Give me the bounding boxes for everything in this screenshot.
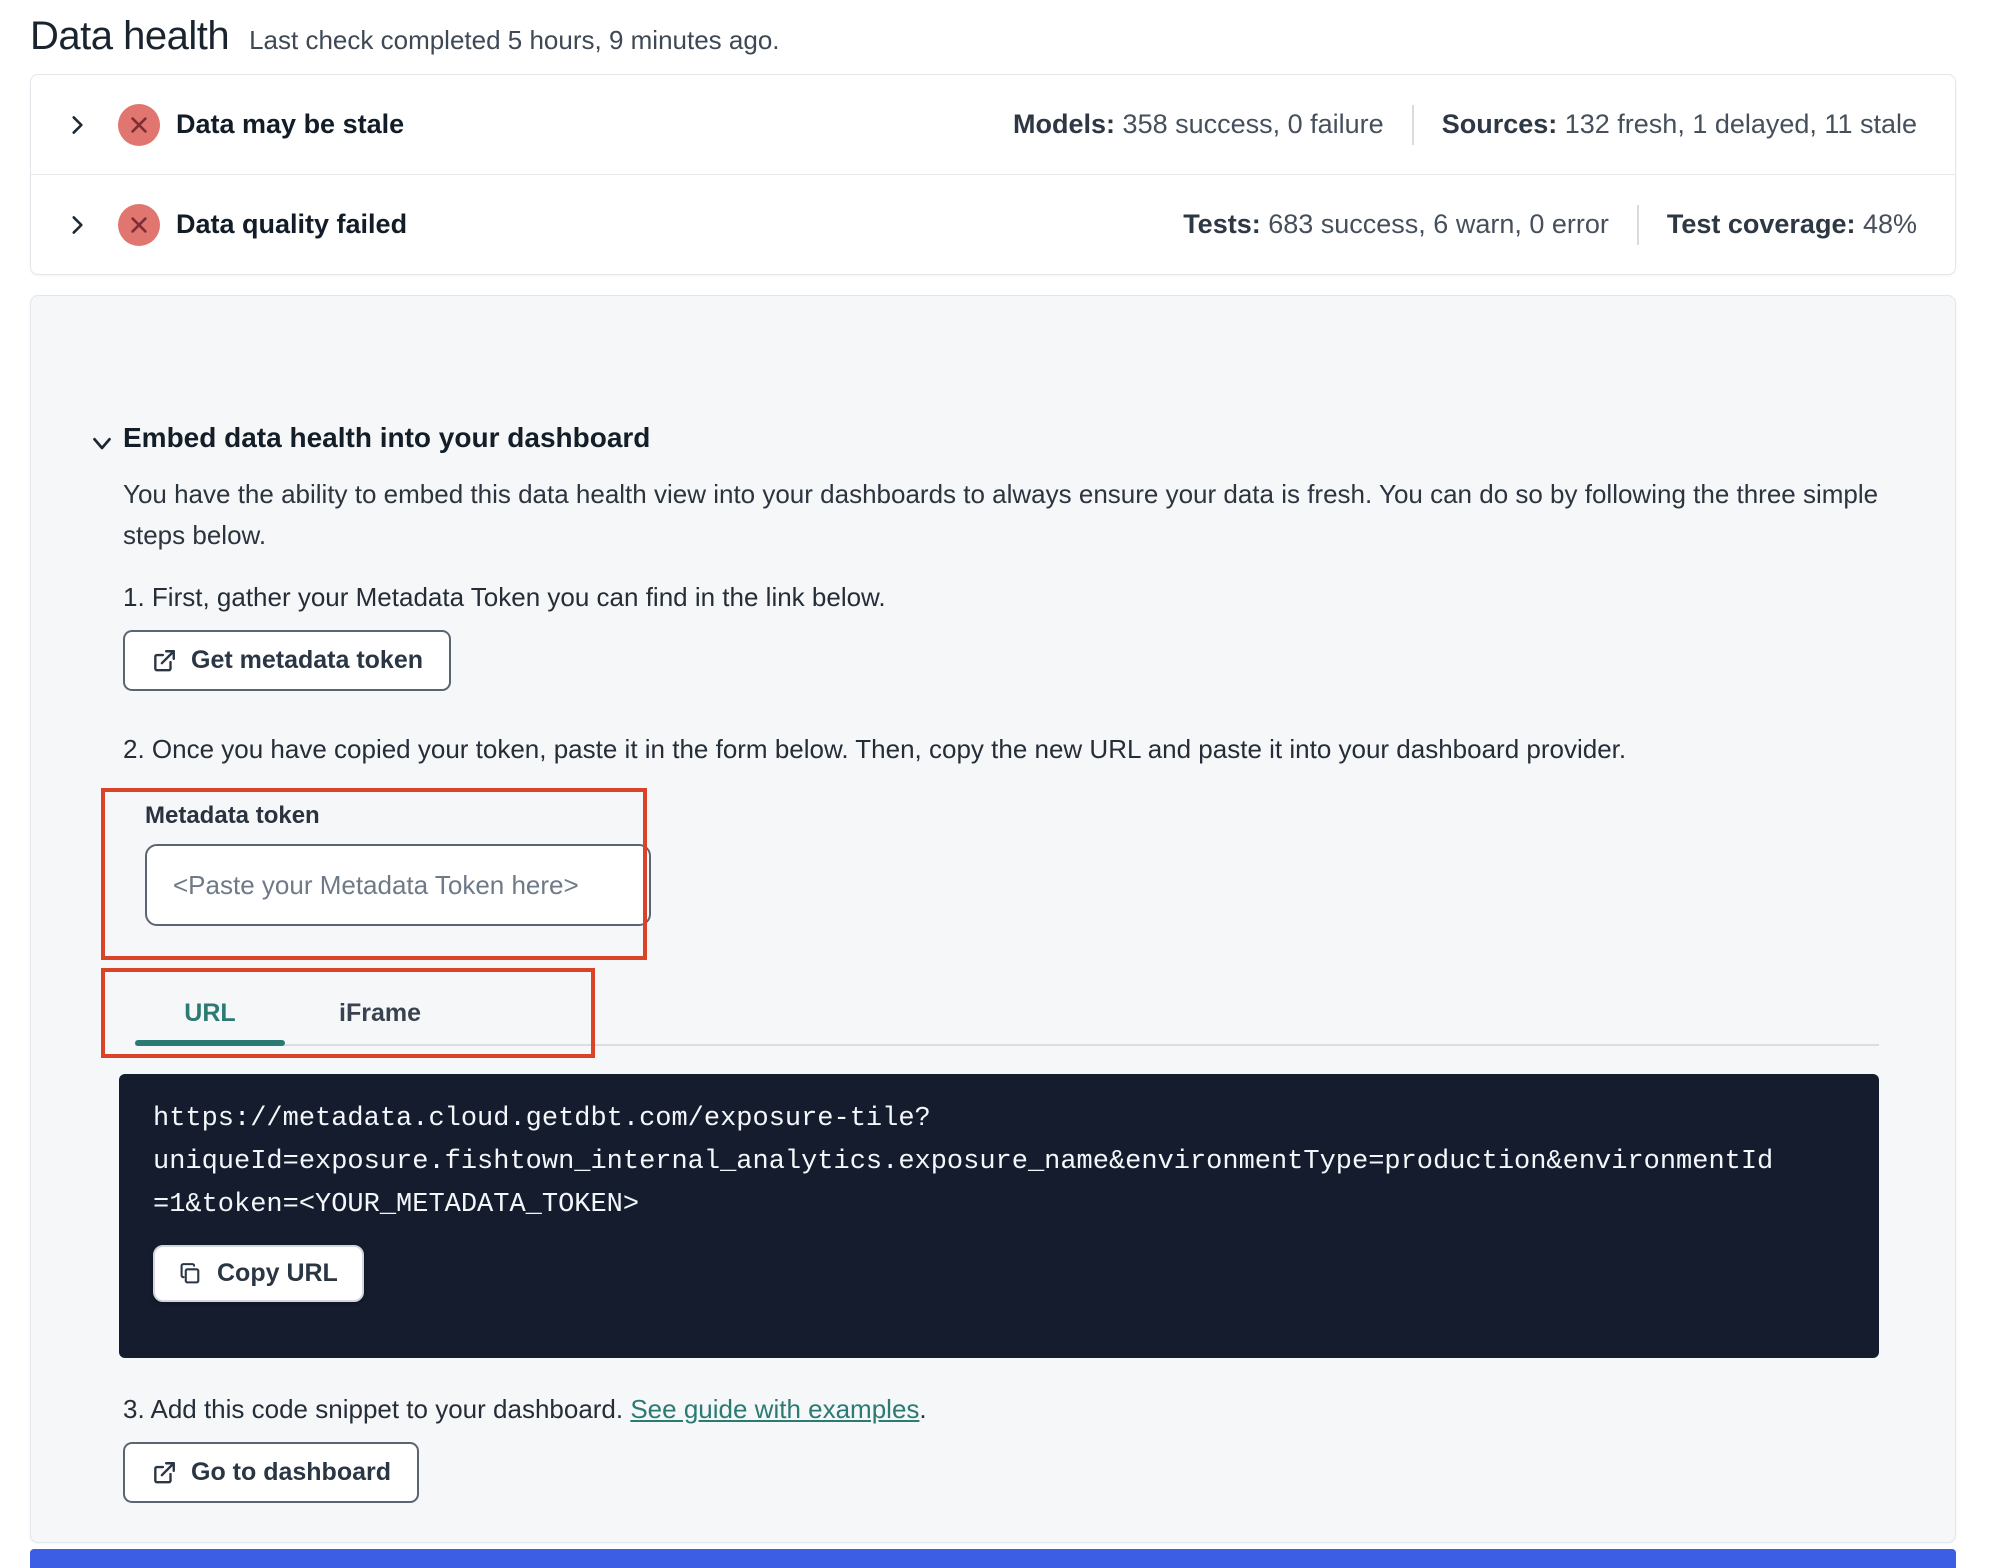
panel-stats: Tests: 683 success, 6 warn, 0 error Test… xyxy=(1183,204,1917,245)
stats-divider xyxy=(1636,204,1639,245)
code-line: uniqueId=exposure.fishtown_internal_anal… xyxy=(153,1147,1774,1177)
get-metadata-token-button[interactable]: Get metadata token xyxy=(123,630,452,691)
bottom-cutoff-blue-bar xyxy=(30,1549,1956,1568)
panel-stats: Models: 358 success, 0 failure Sources: … xyxy=(1013,104,1917,145)
models-stat: Models: 358 success, 0 failure xyxy=(1013,109,1384,139)
step-3-text: 3. Add this code snippet to your dashboa… xyxy=(123,1394,927,1425)
panel-title: Data quality failed xyxy=(176,209,408,239)
embed-section-heading: Embed data health into your dashboard xyxy=(123,422,651,453)
step-3-suffix: . xyxy=(919,1394,927,1424)
status-panels-card: Data may be stale Models: 358 success, 0… xyxy=(30,74,1956,275)
error-x-circle-icon xyxy=(118,203,160,246)
last-check-text: Last check completed 5 hours, 9 minutes … xyxy=(249,25,780,55)
metadata-token-input[interactable] xyxy=(145,844,651,926)
see-guide-link[interactable]: See guide with examples xyxy=(630,1394,919,1424)
status-panel-data-quality-failed[interactable]: Data quality failed Tests: 683 success, … xyxy=(31,174,1955,274)
external-link-icon xyxy=(151,648,177,674)
tabs-divider-line xyxy=(135,1044,1879,1046)
copy-icon xyxy=(179,1261,204,1286)
tab-url[interactable]: URL xyxy=(135,986,285,1040)
go-to-dashboard-button[interactable]: Go to dashboard xyxy=(123,1442,419,1503)
data-health-page: Data health Last check completed 5 hours… xyxy=(0,0,1990,1568)
stats-divider xyxy=(1411,104,1414,145)
step-2-text: 2. Once you have copied your token, past… xyxy=(123,734,1627,764)
page-title: Data health xyxy=(30,14,230,58)
chevron-right-icon[interactable] xyxy=(64,112,90,138)
error-x-circle-icon xyxy=(118,103,160,146)
copy-url-label: Copy URL xyxy=(217,1259,338,1287)
embed-url-code-block: https://metadata.cloud.getdbt.com/exposu… xyxy=(119,1074,1879,1358)
tab-iframe[interactable]: iFrame xyxy=(285,986,475,1040)
get-metadata-token-label: Get metadata token xyxy=(191,646,424,674)
tests-stat: Tests: 683 success, 6 warn, 0 error xyxy=(1183,209,1609,239)
embed-section-card: Embed data health into your dashboard Yo… xyxy=(30,295,1956,1543)
sources-stat: Sources: 132 fresh, 1 delayed, 11 stale xyxy=(1441,109,1917,139)
page-header: Data health Last check completed 5 hours… xyxy=(30,14,1956,62)
chevron-right-icon[interactable] xyxy=(64,212,90,238)
copy-url-button[interactable]: Copy URL xyxy=(153,1245,364,1302)
step-1-text: 1. First, gather your Metadata Token you… xyxy=(123,582,886,612)
status-panel-data-may-be-stale[interactable]: Data may be stale Models: 358 success, 0… xyxy=(31,75,1955,174)
chevron-down-icon[interactable] xyxy=(87,428,117,458)
metadata-token-label: Metadata token xyxy=(145,802,320,829)
go-to-dashboard-label: Go to dashboard xyxy=(191,1458,391,1486)
panel-title: Data may be stale xyxy=(176,109,405,139)
active-tab-indicator xyxy=(135,1040,285,1046)
step-3-prefix: 3. Add this code snippet to your dashboa… xyxy=(123,1394,631,1424)
external-link-icon xyxy=(151,1460,177,1486)
code-line: =1&token=<YOUR_METADATA_TOKEN> xyxy=(153,1190,640,1220)
code-line: https://metadata.cloud.getdbt.com/exposu… xyxy=(153,1104,931,1134)
test-coverage-stat: Test coverage: 48% xyxy=(1666,209,1917,239)
embed-description: You have the ability to embed this data … xyxy=(123,479,1879,550)
